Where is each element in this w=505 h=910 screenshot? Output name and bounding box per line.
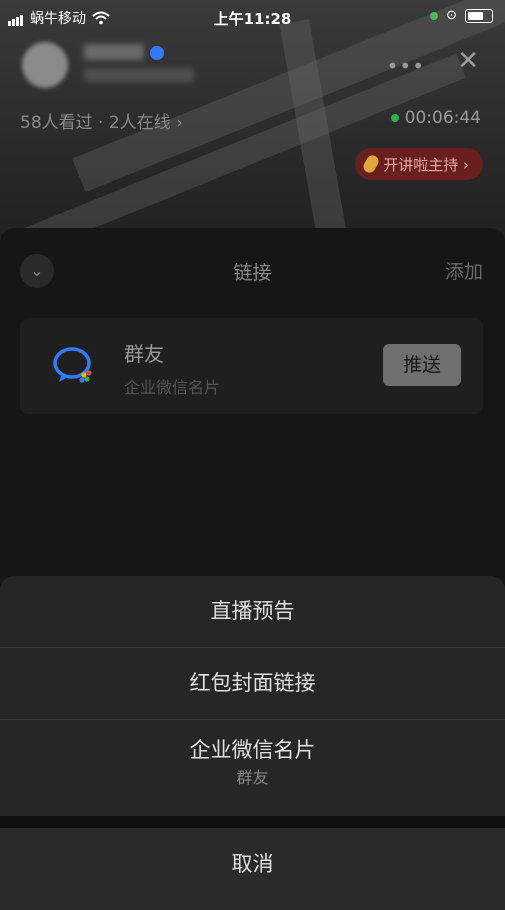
- add-button[interactable]: 添加: [445, 257, 483, 284]
- viewer-count[interactable]: 58人看过 · 2人在线 ›: [20, 108, 183, 133]
- divider: [0, 719, 505, 720]
- host-button-label: 开讲啦主持 ›: [383, 155, 469, 174]
- panel-header: ⌄ 链接 添加: [0, 254, 505, 288]
- option-wecom-card[interactable]: 企业微信名片 群友: [0, 734, 505, 788]
- battery-icon: [465, 8, 493, 23]
- wecom-icon: [53, 347, 92, 383]
- orientation-lock-icon: ⊙: [446, 8, 457, 23]
- option-red-packet-cover-link[interactable]: 红包封面链接: [0, 648, 505, 718]
- live-duration: 00:06:44: [404, 108, 481, 128]
- more-dots-icon[interactable]: •••: [387, 54, 425, 78]
- blurred-account-name: [84, 44, 144, 60]
- live-header: ••• ✕: [0, 40, 505, 100]
- sheet-gap: [0, 816, 505, 828]
- mic-in-use-indicator: [430, 11, 439, 20]
- host-button[interactable]: 开讲啦主持 ›: [355, 148, 483, 180]
- cancel-label: 取消: [231, 852, 274, 876]
- card-description: 企业微信名片: [124, 378, 221, 397]
- verified-badge-icon: [150, 46, 164, 60]
- option-wecom-card-label: 企业微信名片: [189, 738, 316, 762]
- avatar[interactable]: [22, 42, 68, 88]
- option-wecom-card-subtitle: 群友: [236, 768, 269, 787]
- status-bar: 蜗牛移动 上午11:28 ⊙: [0, 0, 505, 34]
- blurred-account-subtitle: [84, 68, 194, 82]
- action-sheet: 直播预告 红包封面链接 企业微信名片 群友 取消: [0, 576, 505, 910]
- live-timer: 00:06:44: [390, 108, 481, 128]
- card-name: 群友: [124, 342, 164, 366]
- push-button[interactable]: 推送: [383, 344, 461, 386]
- link-card: 群友 企业微信名片 推送: [20, 318, 483, 414]
- cancel-button[interactable]: 取消: [0, 828, 505, 910]
- close-icon[interactable]: ✕: [457, 46, 479, 76]
- microphone-icon: [361, 153, 381, 175]
- live-dot-icon: [390, 114, 399, 122]
- option-live-preview[interactable]: 直播预告: [0, 576, 505, 646]
- panel-title: 链接: [233, 262, 272, 284]
